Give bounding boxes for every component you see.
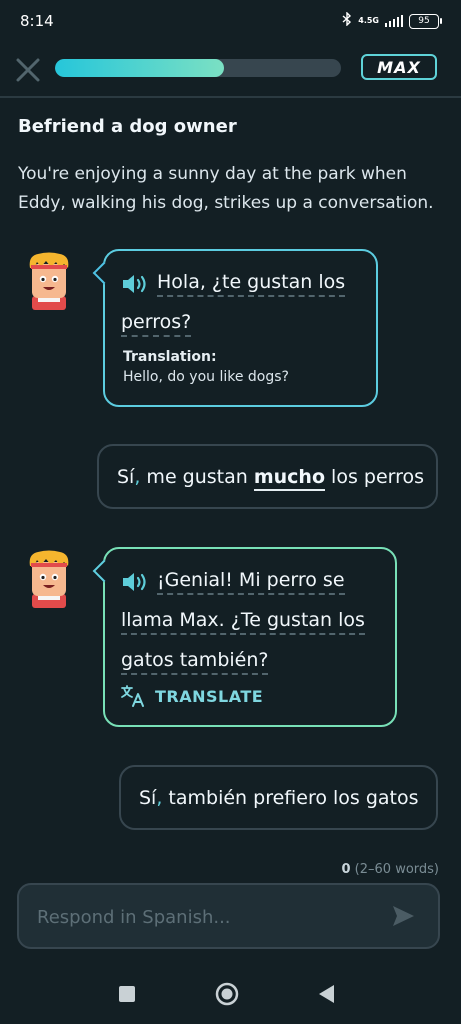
square-icon — [119, 986, 135, 1002]
circle-icon — [215, 982, 239, 1006]
user-message-2: Sí, también prefiero los gatos — [119, 765, 438, 830]
message-line[interactable]: gatos también? — [121, 649, 269, 675]
highlighted-word[interactable]: mucho — [253, 466, 326, 491]
user-message-1: Sí, me gustan mucho los perros — [97, 444, 438, 509]
response-composer — [17, 883, 440, 949]
bubble-tail — [92, 559, 116, 583]
back-triangle-icon — [319, 985, 334, 1003]
translate-button[interactable]: TRANSLATE — [121, 685, 263, 707]
eddy-avatar — [24, 252, 74, 312]
word-count: 0 (2–60 words) — [341, 862, 440, 877]
scenario-description: You're enjoying a sunny day at the park … — [18, 164, 434, 213]
speaker-icon[interactable] — [121, 571, 149, 593]
back-button[interactable] — [315, 982, 339, 1006]
eddy-avatar — [24, 550, 74, 610]
translation-text: Hello, do you like dogs? — [123, 369, 289, 385]
response-input[interactable] — [35, 885, 379, 949]
message-line[interactable]: llama Max. ¿Te gustan los — [121, 609, 365, 635]
battery-level: 95 — [418, 16, 430, 26]
lesson-screen: 8:14 4.5G 95 MAX Befriend a dog owner Yo… — [0, 0, 461, 1024]
message-line[interactable]: perros? — [121, 311, 192, 337]
status-time: 8:14 — [20, 12, 54, 30]
network-type: 4.5G — [358, 16, 379, 25]
bubble-tail — [92, 261, 116, 285]
send-icon — [393, 906, 414, 926]
scenario-title: Befriend a dog owner — [18, 116, 237, 137]
bluetooth-icon — [342, 11, 352, 30]
close-button[interactable] — [14, 56, 42, 84]
message-line[interactable]: Hola, ¿te gustan los — [157, 271, 346, 297]
system-nav-bar — [0, 960, 461, 1024]
max-badge: MAX — [361, 54, 437, 80]
user-message-text: Sí, también prefiero los gatos — [139, 787, 419, 809]
character-message-2: ¡Genial! Mi perro se llama Max. ¿Te gust… — [92, 547, 397, 727]
speaker-icon[interactable] — [121, 273, 149, 295]
translate-icon — [121, 685, 144, 707]
status-icons: 4.5G 95 — [342, 11, 442, 30]
send-button[interactable] — [390, 903, 416, 929]
lesson-progress-fill — [55, 59, 224, 77]
user-message-text: Sí, me gustan mucho los perros — [117, 466, 424, 491]
lesson-progress-bar — [55, 59, 341, 77]
character-message-1: Hola, ¿te gustan los perros? Translation… — [92, 249, 378, 407]
recents-button[interactable] — [115, 982, 139, 1006]
battery-icon: 95 — [409, 13, 442, 29]
signal-icon — [385, 15, 403, 27]
home-button[interactable] — [215, 982, 239, 1006]
translation-label: Translation: — [123, 349, 217, 365]
status-bar: 8:14 4.5G 95 — [0, 0, 461, 44]
header-divider — [0, 96, 461, 98]
translate-label: TRANSLATE — [155, 686, 264, 706]
close-icon — [16, 58, 40, 82]
message-line[interactable]: ¡Genial! Mi perro se — [157, 569, 345, 595]
